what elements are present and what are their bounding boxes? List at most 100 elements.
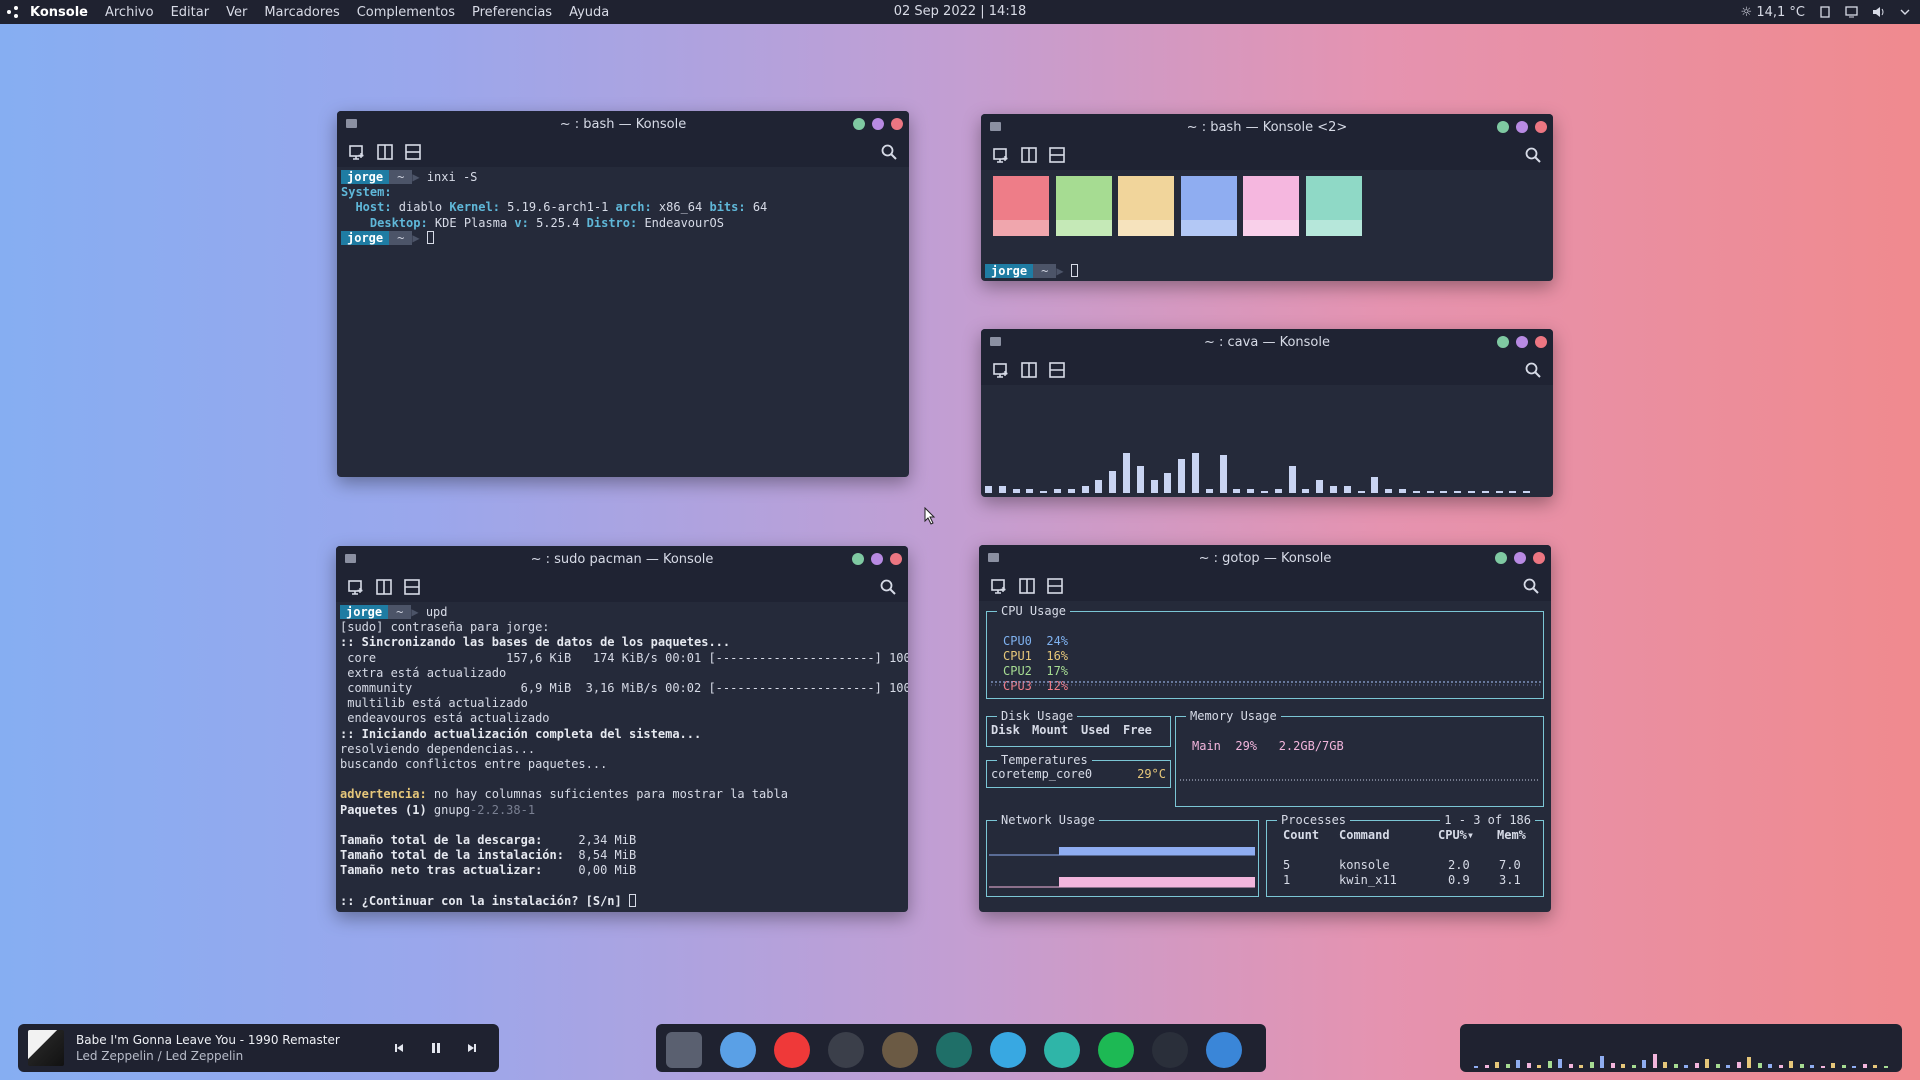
proc-col-count[interactable]: Count <box>1283 828 1319 842</box>
process-count[interactable]: 5 <box>1283 858 1290 872</box>
gimp-icon[interactable] <box>882 1032 918 1068</box>
display-icon[interactable] <box>1845 6 1858 18</box>
terminal-output[interactable]: jorge ~ ▶ inxi -S System: Host: diablo Ker… <box>337 167 909 249</box>
inkscape-icon[interactable] <box>828 1032 864 1068</box>
minimize-button[interactable] <box>853 118 865 130</box>
music-icon[interactable] <box>1044 1032 1080 1068</box>
pause-icon[interactable] <box>430 1042 442 1054</box>
prompt-path: ~ <box>389 170 413 184</box>
telegram-icon[interactable] <box>990 1032 1026 1068</box>
proc-col-cpu[interactable]: CPU%▾ <box>1438 828 1474 842</box>
clock-text[interactable]: 02 Sep 2022 | 14:18 <box>894 4 1027 19</box>
terminal-output[interactable]: jorge ~ ▶ <box>981 261 1082 281</box>
split-vertical-icon[interactable] <box>1019 145 1039 165</box>
maximize-button[interactable] <box>1516 121 1528 133</box>
new-tab-icon[interactable] <box>347 142 367 162</box>
terminal-output[interactable]: jorge ~ ▶ upd [sudo] contraseña para jorge… <box>336 602 908 912</box>
konsole-window-inxi[interactable]: ~ : bash — Konsole jorge ~ ▶ inxi -S Syste… <box>337 111 909 477</box>
launcher-icon[interactable] <box>6 5 20 19</box>
process-count[interactable]: 1 <box>1283 873 1290 887</box>
new-tab-icon[interactable] <box>991 360 1011 380</box>
steam-icon[interactable] <box>1152 1032 1188 1068</box>
menu-app-name[interactable]: Konsole <box>30 5 88 20</box>
visualizer-bar <box>1302 488 1310 493</box>
minimize-button[interactable] <box>1497 121 1509 133</box>
minimize-button[interactable] <box>1495 552 1507 564</box>
menu-archivo[interactable]: Archivo <box>105 5 154 20</box>
maximize-button[interactable] <box>1516 336 1528 348</box>
search-icon[interactable] <box>1523 145 1543 165</box>
menu-preferencias[interactable]: Preferencias <box>472 5 552 20</box>
new-tab-icon[interactable] <box>991 145 1011 165</box>
new-tab-icon[interactable] <box>346 577 366 597</box>
weather-widget[interactable]: ☼ 14,1 °C <box>1741 5 1805 20</box>
close-button[interactable] <box>1535 121 1547 133</box>
konsole-window-colors[interactable]: ~ : bash — Konsole <2> jorge ~ ▶ <box>981 114 1553 281</box>
minimize-button[interactable] <box>1497 336 1509 348</box>
search-icon[interactable] <box>878 577 898 597</box>
visualizer-bar <box>1789 1061 1793 1068</box>
menu-ver[interactable]: Ver <box>226 5 247 20</box>
menu-editar[interactable]: Editar <box>171 5 210 20</box>
minimize-button[interactable] <box>852 553 864 565</box>
menu-complementos[interactable]: Complementos <box>357 5 455 20</box>
titlebar[interactable]: ~ : sudo pacman — Konsole <box>336 546 908 572</box>
menu-ayuda[interactable]: Ayuda <box>569 5 609 20</box>
terminal-icon[interactable] <box>666 1032 702 1068</box>
qbittorrent-icon[interactable] <box>1206 1032 1242 1068</box>
titlebar[interactable]: ~ : cava — Konsole <box>981 329 1553 355</box>
process-cmd[interactable]: konsole <box>1339 858 1390 872</box>
split-horizontal-icon[interactable] <box>403 142 423 162</box>
next-icon[interactable] <box>467 1043 477 1053</box>
previous-icon[interactable] <box>394 1043 404 1053</box>
maximize-button[interactable] <box>872 118 884 130</box>
split-vertical-icon[interactable] <box>374 577 394 597</box>
split-horizontal-icon[interactable] <box>1045 576 1065 596</box>
close-button[interactable] <box>1533 552 1545 564</box>
maximize-button[interactable] <box>871 553 883 565</box>
files-icon[interactable] <box>720 1032 756 1068</box>
split-vertical-icon[interactable] <box>1017 576 1037 596</box>
split-horizontal-icon[interactable] <box>1047 360 1067 380</box>
search-icon[interactable] <box>1523 360 1543 380</box>
konsole-window-pacman[interactable]: ~ : sudo pacman — Konsole jorge ~ ▶ upd [s… <box>336 546 908 912</box>
close-button[interactable] <box>890 553 902 565</box>
volume-icon[interactable] <box>1872 6 1886 18</box>
process-cpu[interactable]: 0.9 <box>1448 873 1470 887</box>
split-vertical-icon[interactable] <box>1019 360 1039 380</box>
konsole-window-cava[interactable]: ~ : cava — Konsole <box>981 329 1553 497</box>
proc-col-mem[interactable]: Mem% <box>1497 828 1526 842</box>
audio-visualizer <box>981 385 1553 497</box>
process-mem[interactable]: 3.1 <box>1499 873 1521 887</box>
split-horizontal-icon[interactable] <box>1047 145 1067 165</box>
clipboard-icon[interactable] <box>1819 6 1831 18</box>
visualizer-bar <box>1652 1054 1657 1068</box>
visualizer-bar <box>1192 452 1199 493</box>
track-artist: Led Zeppelin / Led Zeppelin <box>76 1049 244 1063</box>
menu-marcadores[interactable]: Marcadores <box>264 5 339 20</box>
media-player-widget[interactable]: Babe I'm Gonna Leave You - 1990 Remaster… <box>18 1024 499 1072</box>
split-horizontal-icon[interactable] <box>402 577 422 597</box>
titlebar[interactable]: ~ : bash — Konsole <box>337 111 909 137</box>
maximize-button[interactable] <box>1514 552 1526 564</box>
visualizer-bar <box>1558 1059 1562 1068</box>
process-mem[interactable]: 7.0 <box>1499 858 1521 872</box>
search-icon[interactable] <box>1521 576 1541 596</box>
visualizer-bar <box>1663 1062 1667 1068</box>
spotify-icon[interactable] <box>1098 1032 1134 1068</box>
process-cpu[interactable]: 2.0 <box>1448 858 1470 872</box>
close-button[interactable] <box>1535 336 1547 348</box>
split-vertical-icon[interactable] <box>375 142 395 162</box>
process-cmd[interactable]: kwin_x11 <box>1339 873 1397 887</box>
vivaldi-icon[interactable] <box>774 1032 810 1068</box>
install-size-label: Tamaño total de la instalación: <box>340 848 564 863</box>
konsole-window-gotop[interactable]: ~ : gotop — Konsole CPU Usage CPU0 24% CP… <box>979 545 1551 912</box>
proc-col-command[interactable]: Command <box>1339 828 1390 842</box>
titlebar[interactable]: ~ : bash — Konsole <2> <box>981 114 1553 140</box>
vpn-icon[interactable] <box>936 1032 972 1068</box>
search-icon[interactable] <box>879 142 899 162</box>
close-button[interactable] <box>891 118 903 130</box>
titlebar[interactable]: ~ : gotop — Konsole <box>979 545 1551 571</box>
new-tab-icon[interactable] <box>989 576 1009 596</box>
chevron-down-icon[interactable] <box>1900 7 1910 17</box>
